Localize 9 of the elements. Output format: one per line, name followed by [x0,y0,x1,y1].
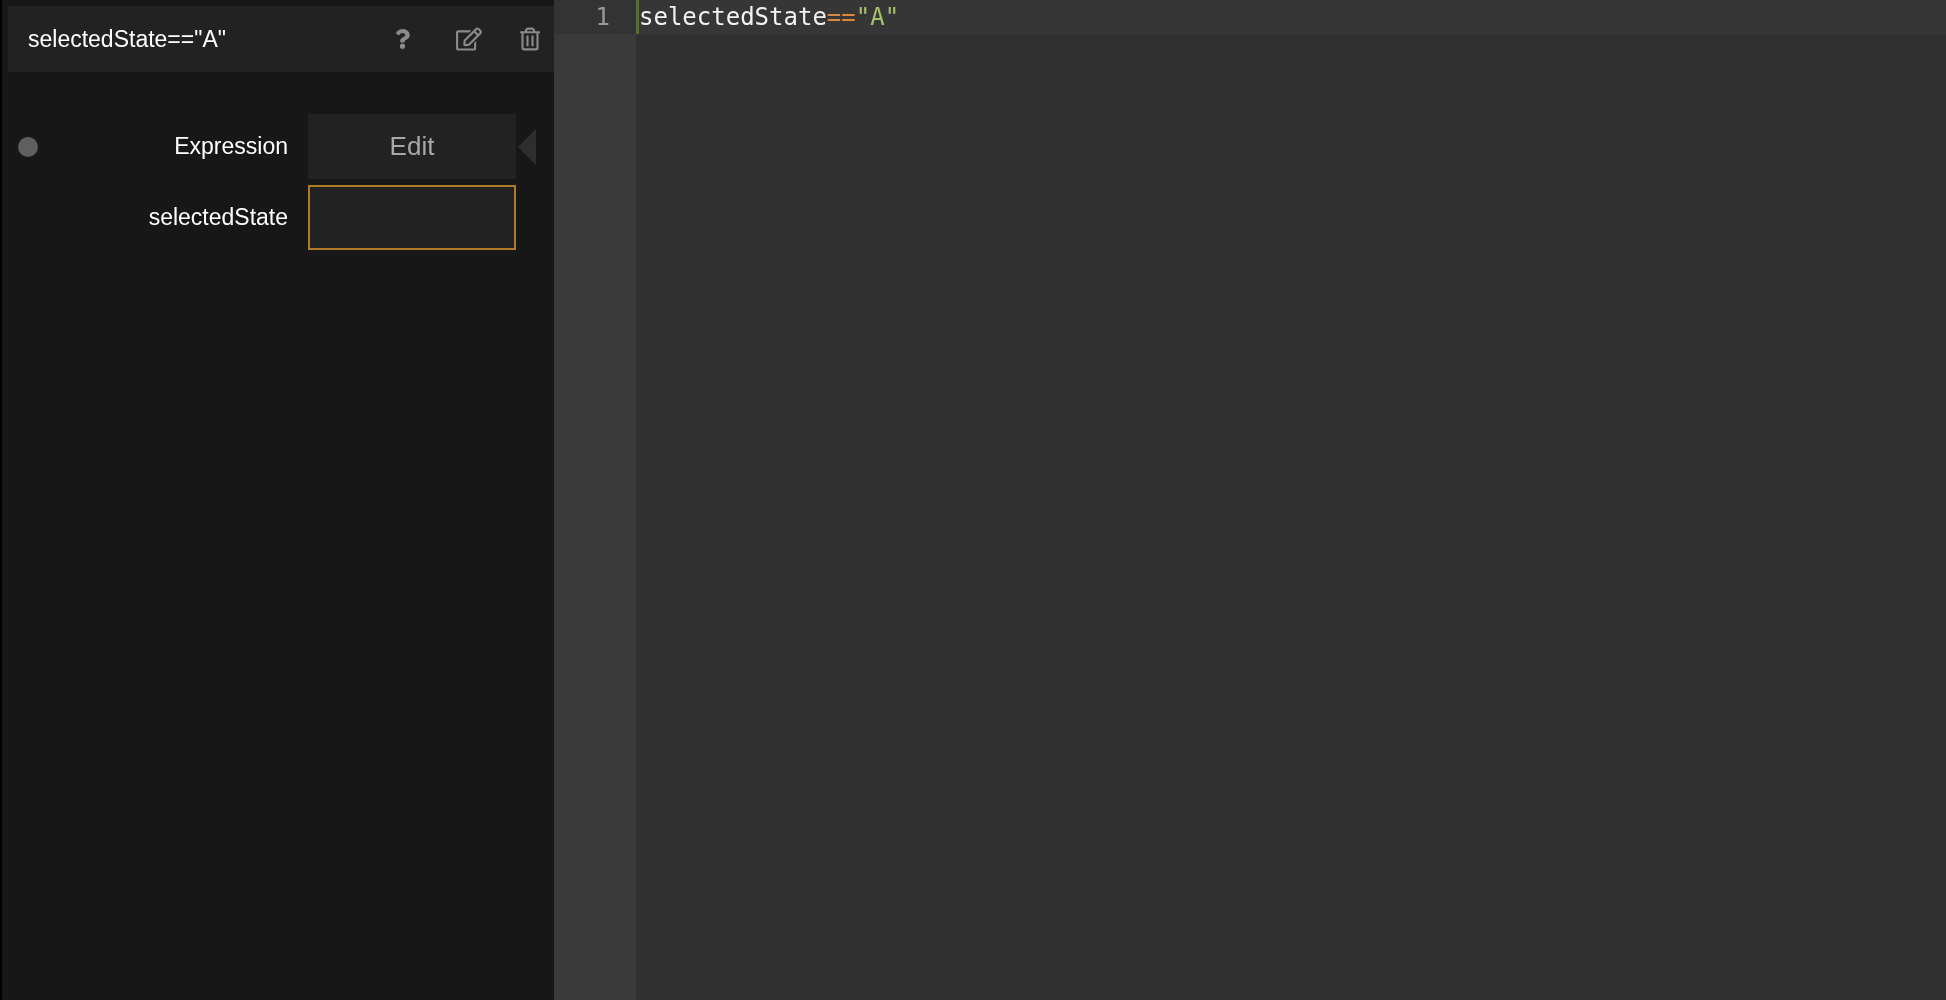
node-title: selectedState=="A" [28,24,227,54]
input-field[interactable] [308,185,516,250]
edit-button[interactable]: Edit [308,114,516,179]
line-number: 1 [554,0,636,34]
field-label: Expression [173,132,289,162]
help-icon[interactable] [395,28,410,50]
field-label: selectedState [147,203,289,233]
edit-icon[interactable] [456,27,482,51]
trash-icon[interactable] [520,27,540,51]
